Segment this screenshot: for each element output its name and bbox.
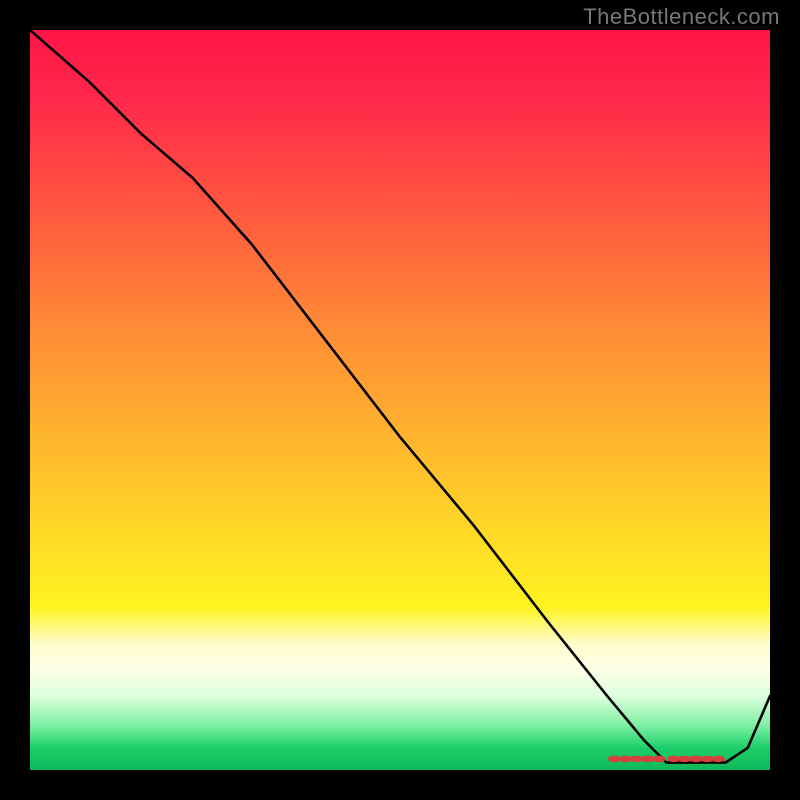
watermark-text: TheBottleneck.com — [583, 4, 780, 30]
bottleneck-curve — [30, 30, 770, 763]
plot-area — [30, 30, 770, 770]
marker-dot — [712, 756, 725, 763]
chart-frame: TheBottleneck.com — [0, 0, 800, 800]
marker-dot — [652, 756, 665, 763]
curve-layer — [30, 30, 770, 770]
